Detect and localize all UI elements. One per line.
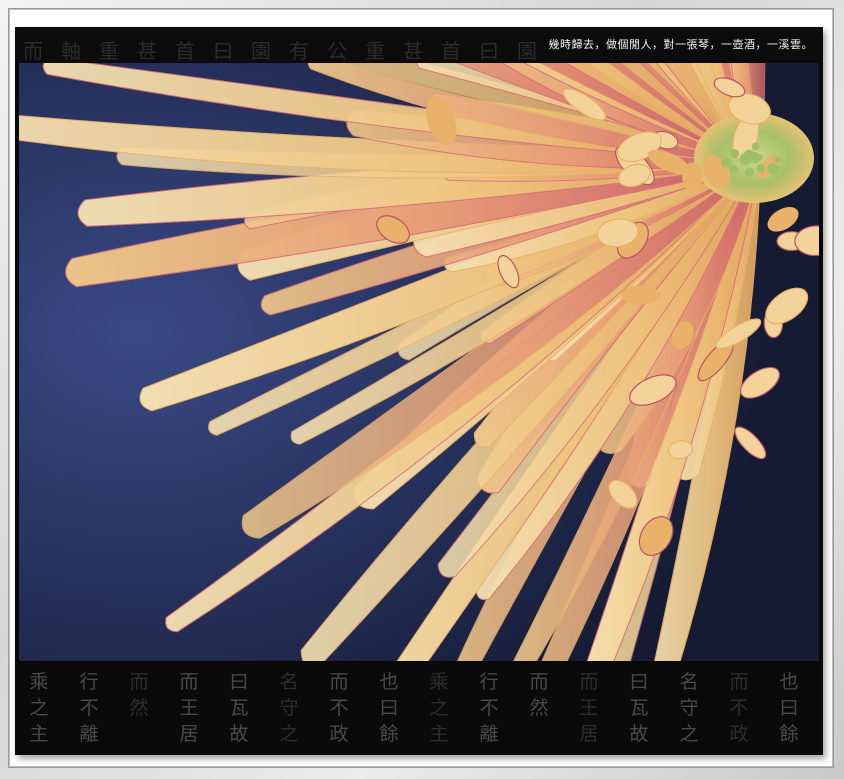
calligraphy-band-bottom: 乘之主行不離而然而王居曰瓦故名守之而不政也曰餘乘之主行不離而然而王居曰瓦故名守之… bbox=[15, 663, 823, 755]
stamen bbox=[742, 155, 749, 162]
calligraphy-char: 行 bbox=[79, 671, 99, 693]
calligraphy-char: 居 bbox=[579, 723, 599, 745]
calligraphy-char: 首 bbox=[441, 39, 461, 63]
stamen bbox=[750, 151, 759, 160]
picture-panel: 幾時歸去，做個閒人，對一張琴，一壺酒，一溪雲。 而軸重甚首曰園有公重甚首曰園 乘… bbox=[15, 27, 823, 755]
calligraphy-char: 之 bbox=[279, 723, 299, 745]
calligraphy-char: 故 bbox=[229, 723, 249, 745]
calligraphy-char: 而 bbox=[329, 671, 349, 693]
calligraphy-char: 而 bbox=[529, 671, 549, 693]
calligraphy-char: 重 bbox=[99, 39, 119, 63]
stamen bbox=[767, 163, 779, 175]
calligraphy-column: 而然 bbox=[125, 669, 153, 721]
calligraphy-char: 之 bbox=[679, 723, 699, 745]
calligraphy-char: 不 bbox=[729, 697, 749, 719]
calligraphy-char: 餘 bbox=[779, 723, 799, 745]
calligraphy-char: 曰 bbox=[229, 671, 249, 693]
calligraphy-char: 曰 bbox=[479, 39, 499, 63]
calligraphy-char: 也 bbox=[379, 671, 399, 693]
stamen bbox=[729, 149, 740, 159]
calligraphy-char: 公 bbox=[327, 39, 347, 63]
calligraphy-column: 乘之主 bbox=[425, 669, 453, 747]
calligraphy-column: 曰瓦故 bbox=[625, 669, 653, 747]
calligraphy-char: 政 bbox=[729, 723, 749, 745]
calligraphy-column: 曰瓦故 bbox=[225, 669, 253, 747]
picture-frame-outer: 幾時歸去，做個閒人，對一張琴，一壺酒，一溪雲。 而軸重甚首曰園有公重甚首曰園 乘… bbox=[0, 0, 844, 779]
stamen bbox=[721, 157, 732, 168]
calligraphy-column: 也曰餘 bbox=[775, 669, 803, 747]
calligraphy-char: 園 bbox=[517, 39, 537, 63]
calligraphy-char: 主 bbox=[429, 723, 449, 745]
calligraphy-band-top: 幾時歸去，做個閒人，對一張琴，一壺酒，一溪雲。 而軸重甚首曰園有公重甚首曰園 bbox=[15, 27, 823, 63]
calligraphy-char: 曰 bbox=[379, 697, 399, 719]
calligraphy-char: 守 bbox=[279, 697, 299, 719]
calligraphy-column: 而然 bbox=[525, 669, 553, 721]
calligraphy-char: 而 bbox=[179, 671, 199, 693]
poem-caption: 幾時歸去，做個閒人，對一張琴，一壺酒，一溪雲。 bbox=[548, 38, 813, 51]
calligraphy-char: 乘 bbox=[29, 671, 49, 693]
calligraphy-char: 不 bbox=[79, 697, 99, 719]
calligraphy-column: 而王居 bbox=[575, 669, 603, 747]
calligraphy-char: 行 bbox=[479, 671, 499, 693]
calligraphy-char: 離 bbox=[79, 723, 99, 745]
calligraphy-char: 園 bbox=[251, 39, 271, 63]
stamen bbox=[751, 142, 760, 150]
calligraphy-char: 乘 bbox=[429, 671, 449, 693]
calligraphy-column: 名守之 bbox=[275, 669, 303, 747]
calligraphy-column: 而王居 bbox=[175, 669, 203, 747]
calligraphy-char: 餘 bbox=[379, 723, 399, 745]
stamen bbox=[744, 167, 755, 177]
calligraphy-char: 瓦 bbox=[229, 697, 249, 719]
calligraphy-char: 首 bbox=[175, 39, 195, 63]
calligraphy-column: 而不政 bbox=[325, 669, 353, 747]
calligraphy-char: 曰 bbox=[213, 39, 233, 63]
calligraphy-char: 有 bbox=[289, 39, 309, 63]
calligraphy-char: 甚 bbox=[137, 39, 157, 63]
calligraphy-char: 而 bbox=[729, 671, 749, 693]
calligraphy-char: 主 bbox=[29, 723, 49, 745]
calligraphy-char: 之 bbox=[29, 697, 49, 719]
calligraphy-char: 居 bbox=[179, 723, 199, 745]
calligraphy-char: 然 bbox=[529, 697, 549, 719]
calligraphy-char: 離 bbox=[479, 723, 499, 745]
stamen bbox=[774, 156, 781, 163]
calligraphy-char: 之 bbox=[429, 697, 449, 719]
calligraphy-char: 不 bbox=[479, 697, 499, 719]
calligraphy-column: 名守之 bbox=[675, 669, 703, 747]
stamen bbox=[756, 164, 766, 173]
stamen bbox=[729, 165, 738, 174]
calligraphy-char: 軸 bbox=[61, 39, 81, 63]
calligraphy-char: 而 bbox=[23, 39, 43, 63]
chrysanthemum-photo bbox=[19, 63, 819, 661]
calligraphy-char: 守 bbox=[679, 697, 699, 719]
calligraphy-char: 王 bbox=[579, 697, 599, 719]
calligraphy-column: 而不政 bbox=[725, 669, 753, 747]
calligraphy-char: 政 bbox=[329, 723, 349, 745]
calligraphy-char: 故 bbox=[629, 723, 649, 745]
calligraphy-char: 也 bbox=[779, 671, 799, 693]
calligraphy-char: 名 bbox=[679, 671, 699, 693]
calligraphy-char: 名 bbox=[279, 671, 299, 693]
calligraphy-char: 王 bbox=[179, 697, 199, 719]
curled-petal bbox=[621, 285, 661, 305]
calligraphy-char: 重 bbox=[365, 39, 385, 63]
calligraphy-char: 不 bbox=[329, 697, 349, 719]
calligraphy-char: 曰 bbox=[629, 671, 649, 693]
calligraphy-char: 而 bbox=[129, 671, 149, 693]
calligraphy-char: 曰 bbox=[779, 697, 799, 719]
calligraphy-char: 然 bbox=[129, 697, 149, 719]
calligraphy-char: 而 bbox=[579, 671, 599, 693]
chrysanthemum-illustration bbox=[19, 63, 819, 661]
calligraphy-column: 行不離 bbox=[75, 669, 103, 747]
calligraphy-column: 也曰餘 bbox=[375, 669, 403, 747]
calligraphy-char: 甚 bbox=[403, 39, 423, 63]
calligraphy-column: 乘之主 bbox=[25, 669, 53, 747]
calligraphy-column: 行不離 bbox=[475, 669, 503, 747]
calligraphy-char: 瓦 bbox=[629, 697, 649, 719]
